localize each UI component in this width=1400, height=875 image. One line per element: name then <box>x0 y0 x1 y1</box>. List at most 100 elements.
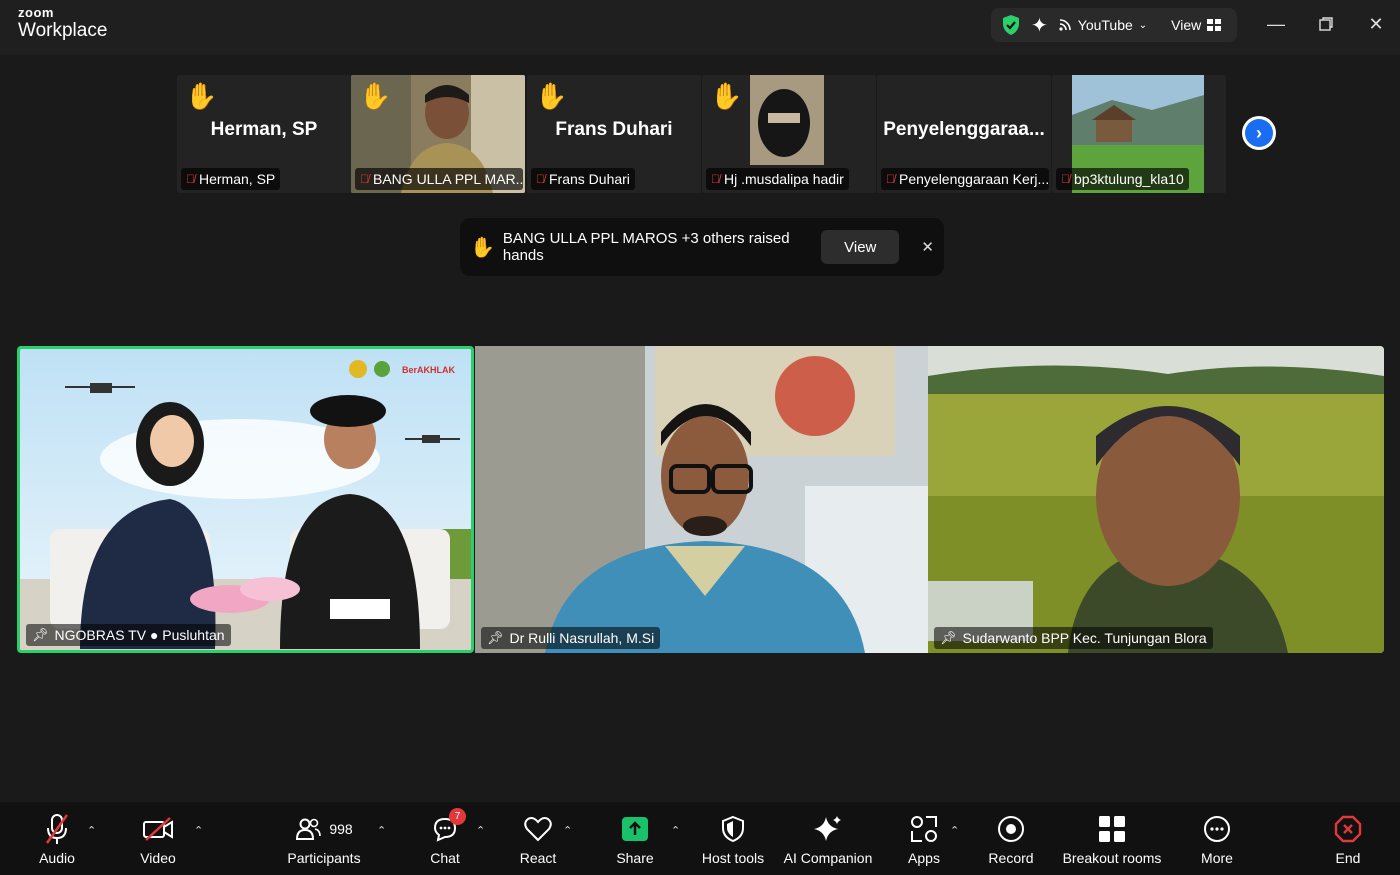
host-shield-icon <box>722 815 744 843</box>
audio-button[interactable]: Audio <box>2 812 112 866</box>
youtube-live-dropdown[interactable]: YouTube ⌄ <box>1058 17 1147 33</box>
next-page-button[interactable]: › <box>1242 116 1276 150</box>
breakout-rooms-icon <box>1099 816 1125 842</box>
participant-nametag: 🎙̸ Penyelenggaraan Kerj... <box>881 168 1049 190</box>
participant-name: bp3ktulung_kla10 <box>1074 171 1184 187</box>
raised-hands-banner: ✋ BANG ULLA PPL MAROS +3 others raised h… <box>460 218 944 276</box>
view-label: View <box>1171 17 1202 33</box>
raised-hand-icon: ✋ <box>185 81 218 111</box>
host-tools-button[interactable]: Host tools <box>678 812 788 866</box>
apps-label: Apps <box>908 850 940 866</box>
raised-hand-icon: ✋ <box>470 236 495 259</box>
participant-name: Hj .musdalipa hadir <box>724 171 844 187</box>
participants-options-caret[interactable]: ⌃ <box>377 824 386 837</box>
brand-workplace: Workplace <box>18 20 108 41</box>
brand-zoom: zoom <box>18 5 54 20</box>
participant-thumb[interactable]: ✋ 🎙̸ BANG ULLA PPL MAR... <box>351 75 525 193</box>
video-options-caret[interactable]: ⌃ <box>194 824 203 837</box>
record-label: Record <box>988 850 1034 866</box>
participant-strip: ✋ Herman, SP 🎙̸ Herman, SP ✋ 🎙̸ BANG ULL… <box>0 62 1400 202</box>
tile-participant-name: Sudarwanto BPP Kec. Tunjungan Blora <box>962 630 1207 646</box>
close-window-button[interactable]: ✕ <box>1361 12 1391 36</box>
meeting-toolbar: Audio ⌃ Video ⌃ 998 Participants ⌃ 7 Cha… <box>0 802 1400 875</box>
chevron-right-icon: › <box>1245 119 1273 147</box>
participant-name: Herman, SP <box>199 171 276 187</box>
minimize-button[interactable]: — <box>1261 12 1291 36</box>
meeting-info-pill: ✦ YouTube ⌄ View <box>991 8 1237 42</box>
participant-thumb[interactable]: ✋ Frans Duhari 🎙̸ Frans Duhari <box>527 75 701 193</box>
video-off-icon <box>143 817 173 841</box>
raised-hand-icon: ✋ <box>359 81 392 111</box>
restore-icon <box>1319 17 1333 31</box>
participant-name: Frans Duhari <box>549 171 630 187</box>
mic-muted-icon: 🎙̸ <box>711 172 720 186</box>
participants-button[interactable]: 998 Participants <box>269 812 379 866</box>
breakout-rooms-label: Breakout rooms <box>1062 850 1162 866</box>
ai-sparkle-icon[interactable]: ✦ <box>1031 13 1048 38</box>
restore-button[interactable] <box>1311 12 1341 36</box>
participant-thumb[interactable]: ✋ Herman, SP 🎙̸ Herman, SP <box>177 75 351 193</box>
participant-display-name: Penyelenggaraa... <box>883 119 1045 140</box>
mic-muted-icon: 🎙̸ <box>886 172 895 186</box>
mic-muted-icon: 🎙̸ <box>360 172 369 186</box>
end-meeting-icon <box>1334 815 1362 843</box>
video-tile-sudarwanto[interactable]: 📌︎ Sudarwanto BPP Kec. Tunjungan Blora <box>928 346 1384 653</box>
pin-icon: 📌︎ <box>487 630 504 645</box>
video-label: Video <box>140 850 176 866</box>
more-button[interactable]: More <box>1162 812 1272 866</box>
participant-thumb[interactable]: Penyelenggaraa... 🎙̸ Penyelenggaraan Ker… <box>877 75 1051 193</box>
title-bar: zoom Workplace ✦ YouTube ⌄ View — ✕ <box>0 0 1400 55</box>
tile-participant-name: Dr Rulli Nasrullah, M.Si <box>509 630 655 646</box>
video-feed <box>475 346 928 653</box>
audio-options-caret[interactable]: ⌃ <box>87 824 96 837</box>
participant-name: Penyelenggaraan Kerj... <box>899 171 1049 187</box>
tile-name-label: 📌︎ NGOBRAS TV ● Pusluhtan <box>26 624 231 646</box>
participant-thumb[interactable]: 🎙̸ bp3ktulung_kla10 <box>1052 75 1226 193</box>
video-button[interactable]: Video <box>103 812 213 866</box>
participant-nametag: 🎙̸ Herman, SP <box>181 168 281 190</box>
audio-label: Audio <box>39 850 75 866</box>
participant-nametag: 🎙̸ BANG ULLA PPL MAR... <box>355 168 523 190</box>
raised-hand-icon: ✋ <box>710 81 743 111</box>
participants-label: Participants <box>287 850 361 866</box>
live-stream-icon <box>1059 19 1071 31</box>
chat-unread-badge: 7 <box>449 808 466 825</box>
mic-muted-icon: 🎙̸ <box>186 172 195 186</box>
close-banner-icon[interactable]: ✕ <box>921 238 934 256</box>
youtube-label: YouTube <box>1077 17 1133 33</box>
participant-thumb[interactable]: ✋ 🎙̸ Hj .musdalipa hadir <box>702 75 876 193</box>
video-tile-rulli[interactable]: 📌︎ Dr Rulli Nasrullah, M.Si <box>475 346 928 653</box>
react-options-caret[interactable]: ⌃ <box>563 824 572 837</box>
participants-count: 998 <box>329 821 353 837</box>
share-label: Share <box>616 850 654 866</box>
share-button[interactable]: Share <box>580 812 690 866</box>
banner-view-button[interactable]: View <box>821 230 900 264</box>
record-icon <box>998 816 1024 842</box>
chat-label: Chat <box>430 850 460 866</box>
ai-companion-button[interactable]: AI Companion <box>773 812 883 866</box>
record-button[interactable]: Record <box>956 812 1066 866</box>
heart-icon <box>524 817 552 842</box>
share-screen-icon <box>622 817 648 841</box>
participant-display-name: Herman, SP <box>210 119 318 140</box>
video-tile-ngobras[interactable]: BerAKHLAK 📌︎ NGOBRAS TV ● Pusluhtan <box>17 346 474 653</box>
mic-muted-icon: 🎙̸ <box>1061 172 1070 186</box>
participants-icon <box>296 818 322 840</box>
participant-nametag: 🎙̸ Hj .musdalipa hadir <box>706 168 849 190</box>
participant-name: BANG ULLA PPL MAR... <box>373 171 523 187</box>
react-button[interactable]: React <box>483 812 593 866</box>
breakout-rooms-button[interactable]: Breakout rooms <box>1057 812 1167 866</box>
ai-companion-label: AI Companion <box>783 850 873 866</box>
video-feed: BerAKHLAK <box>20 349 471 650</box>
raised-hand-icon: ✋ <box>535 81 568 111</box>
more-label: More <box>1201 850 1233 866</box>
tile-name-label: 📌︎ Sudarwanto BPP Kec. Tunjungan Blora <box>934 627 1213 649</box>
view-button[interactable]: View <box>1171 17 1222 33</box>
end-meeting-button[interactable]: End <box>1293 812 1400 866</box>
more-icon <box>1204 816 1230 842</box>
participant-nametag: 🎙̸ Frans Duhari <box>531 168 635 190</box>
security-shield-icon[interactable] <box>1001 14 1021 36</box>
minimize-icon: — <box>1267 13 1285 34</box>
host-tools-label: Host tools <box>701 850 765 866</box>
pin-icon: 📌︎ <box>32 627 49 642</box>
